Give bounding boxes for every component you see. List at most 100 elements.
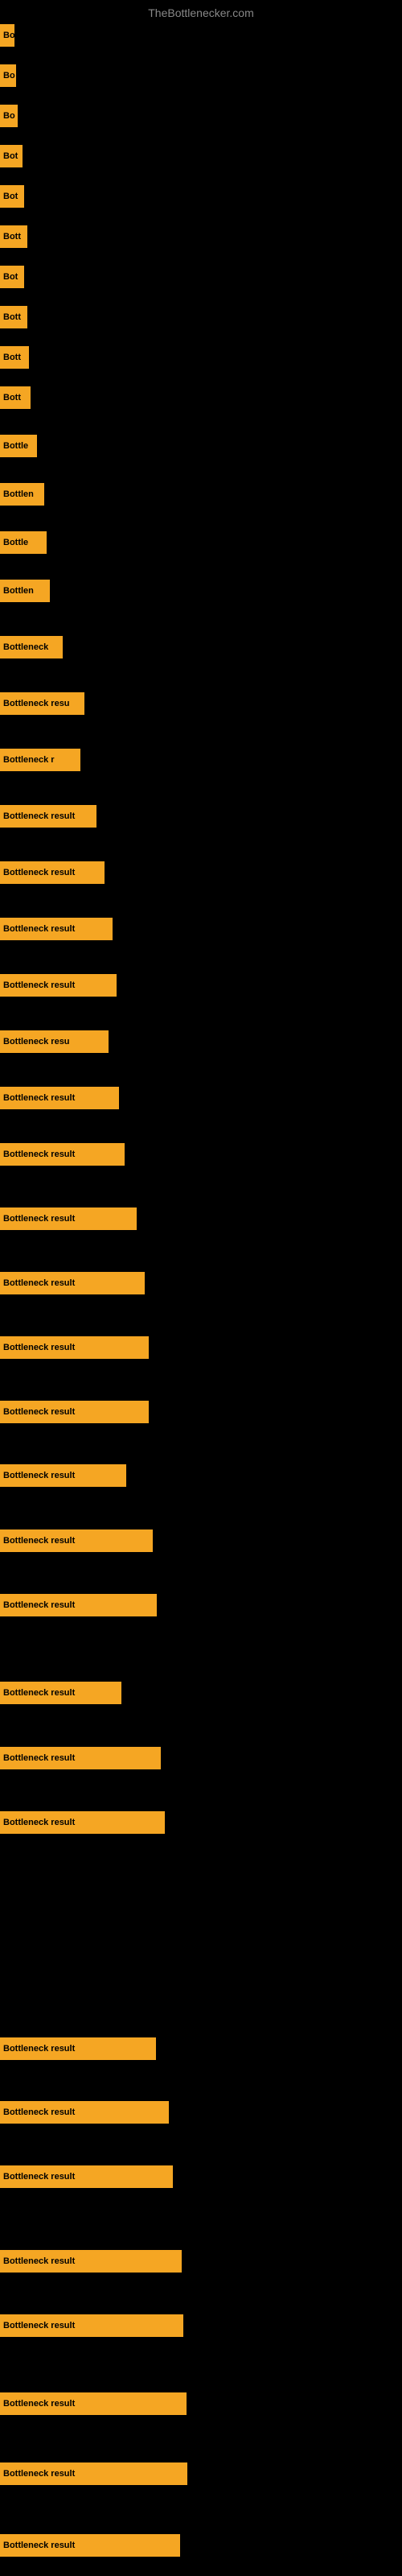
bar-34: Bottleneck result <box>0 1811 165 1834</box>
bar-item-18: Bottleneck result <box>0 805 96 828</box>
bar-item-7: Bot <box>0 266 24 288</box>
bar-4: Bot <box>0 145 23 167</box>
bar-item-20: Bottleneck result <box>0 918 113 940</box>
bar-item-5: Bot <box>0 185 24 208</box>
bar-12: Bottlen <box>0 483 44 506</box>
bar-label-11: Bottle <box>3 441 28 451</box>
site-title: TheBottlenecker.com <box>0 0 402 23</box>
bar-label-7: Bot <box>3 272 18 282</box>
bar-label-15: Bottleneck <box>3 642 48 652</box>
bar-label-24: Bottleneck result <box>3 1150 75 1159</box>
bar-label-38: Bottleneck result <box>3 2256 75 2266</box>
bar-item-10: Bott <box>0 386 31 409</box>
bar-36: Bottleneck result <box>0 2101 169 2124</box>
bar-label-25: Bottleneck result <box>3 1214 75 1224</box>
bar-label-42: Bottleneck result <box>3 2541 75 2550</box>
bar-20: Bottleneck result <box>0 918 113 940</box>
bar-item-15: Bottleneck <box>0 636 63 658</box>
bar-label-3: Bo <box>3 111 15 121</box>
bar-1: Bo <box>0 24 14 47</box>
bar-item-1: Bo <box>0 24 14 47</box>
bar-item-30: Bottleneck result <box>0 1530 153 1552</box>
bar-item-2: Bo <box>0 64 16 87</box>
bar-8: Bott <box>0 306 27 328</box>
bar-label-35: Bottleneck result <box>3 2044 75 2054</box>
bar-label-5: Bot <box>3 192 18 201</box>
bar-6: Bott <box>0 225 27 248</box>
bar-label-12: Bottlen <box>3 489 34 499</box>
bar-item-9: Bott <box>0 346 29 369</box>
bar-item-39: Bottleneck result <box>0 2314 183 2337</box>
bar-29: Bottleneck result <box>0 1464 126 1487</box>
bar-14: Bottlen <box>0 580 50 602</box>
bar-item-31: Bottleneck result <box>0 1594 157 1616</box>
bar-37: Bottleneck result <box>0 2165 173 2188</box>
bar-item-29: Bottleneck result <box>0 1464 126 1487</box>
bar-item-32: Bottleneck result <box>0 1682 121 1704</box>
bar-label-21: Bottleneck result <box>3 980 75 990</box>
bar-item-19: Bottleneck result <box>0 861 105 884</box>
bar-item-23: Bottleneck result <box>0 1087 119 1109</box>
bar-label-14: Bottlen <box>3 586 34 596</box>
bar-21: Bottleneck result <box>0 974 117 997</box>
bar-item-38: Bottleneck result <box>0 2250 182 2273</box>
bar-label-36: Bottleneck result <box>3 2107 75 2117</box>
bar-item-21: Bottleneck result <box>0 974 117 997</box>
bar-label-31: Bottleneck result <box>3 1600 75 1610</box>
bar-item-6: Bott <box>0 225 27 248</box>
bar-41: Bottleneck result <box>0 2462 187 2485</box>
bar-label-32: Bottleneck result <box>3 1688 75 1698</box>
bar-40: Bottleneck result <box>0 2392 187 2415</box>
bar-item-25: Bottleneck result <box>0 1208 137 1230</box>
bar-item-12: Bottlen <box>0 483 44 506</box>
bar-label-23: Bottleneck result <box>3 1093 75 1103</box>
bar-15: Bottleneck <box>0 636 63 658</box>
bar-38: Bottleneck result <box>0 2250 182 2273</box>
bar-label-20: Bottleneck result <box>3 924 75 934</box>
bar-label-4: Bot <box>3 151 18 161</box>
bar-5: Bot <box>0 185 24 208</box>
bar-label-28: Bottleneck result <box>3 1407 75 1417</box>
bar-27: Bottleneck result <box>0 1336 149 1359</box>
bar-26: Bottleneck result <box>0 1272 145 1294</box>
bar-item-42: Bottleneck result <box>0 2534 180 2557</box>
bar-33: Bottleneck result <box>0 1747 161 1769</box>
bar-label-29: Bottleneck result <box>3 1471 75 1480</box>
bar-item-24: Bottleneck result <box>0 1143 125 1166</box>
bar-label-8: Bott <box>3 312 21 322</box>
bar-item-8: Bott <box>0 306 27 328</box>
bar-item-27: Bottleneck result <box>0 1336 149 1359</box>
bar-label-17: Bottleneck r <box>3 755 55 765</box>
bar-39: Bottleneck result <box>0 2314 183 2337</box>
bar-item-36: Bottleneck result <box>0 2101 169 2124</box>
bar-item-4: Bot <box>0 145 23 167</box>
bar-item-17: Bottleneck r <box>0 749 80 771</box>
bar-item-34: Bottleneck result <box>0 1811 165 1834</box>
bar-label-22: Bottleneck resu <box>3 1037 70 1046</box>
bar-label-9: Bott <box>3 353 21 362</box>
bar-label-19: Bottleneck result <box>3 868 75 877</box>
bar-28: Bottleneck result <box>0 1401 149 1423</box>
bar-32: Bottleneck result <box>0 1682 121 1704</box>
bar-7: Bot <box>0 266 24 288</box>
bar-23: Bottleneck result <box>0 1087 119 1109</box>
bar-22: Bottleneck resu <box>0 1030 109 1053</box>
bar-item-35: Bottleneck result <box>0 2037 156 2060</box>
bar-2: Bo <box>0 64 16 87</box>
bar-label-6: Bott <box>3 232 21 242</box>
bar-item-11: Bottle <box>0 435 37 457</box>
bar-24: Bottleneck result <box>0 1143 125 1166</box>
bar-13: Bottle <box>0 531 47 554</box>
bar-label-13: Bottle <box>3 538 28 547</box>
bar-item-41: Bottleneck result <box>0 2462 187 2485</box>
bar-item-28: Bottleneck result <box>0 1401 149 1423</box>
bar-label-1: Bo <box>3 31 14 40</box>
bar-item-13: Bottle <box>0 531 47 554</box>
bar-item-16: Bottleneck resu <box>0 692 84 715</box>
bar-10: Bott <box>0 386 31 409</box>
bar-label-40: Bottleneck result <box>3 2399 75 2409</box>
bar-31: Bottleneck result <box>0 1594 157 1616</box>
bar-42: Bottleneck result <box>0 2534 180 2557</box>
bar-label-18: Bottleneck result <box>3 811 75 821</box>
bar-25: Bottleneck result <box>0 1208 137 1230</box>
